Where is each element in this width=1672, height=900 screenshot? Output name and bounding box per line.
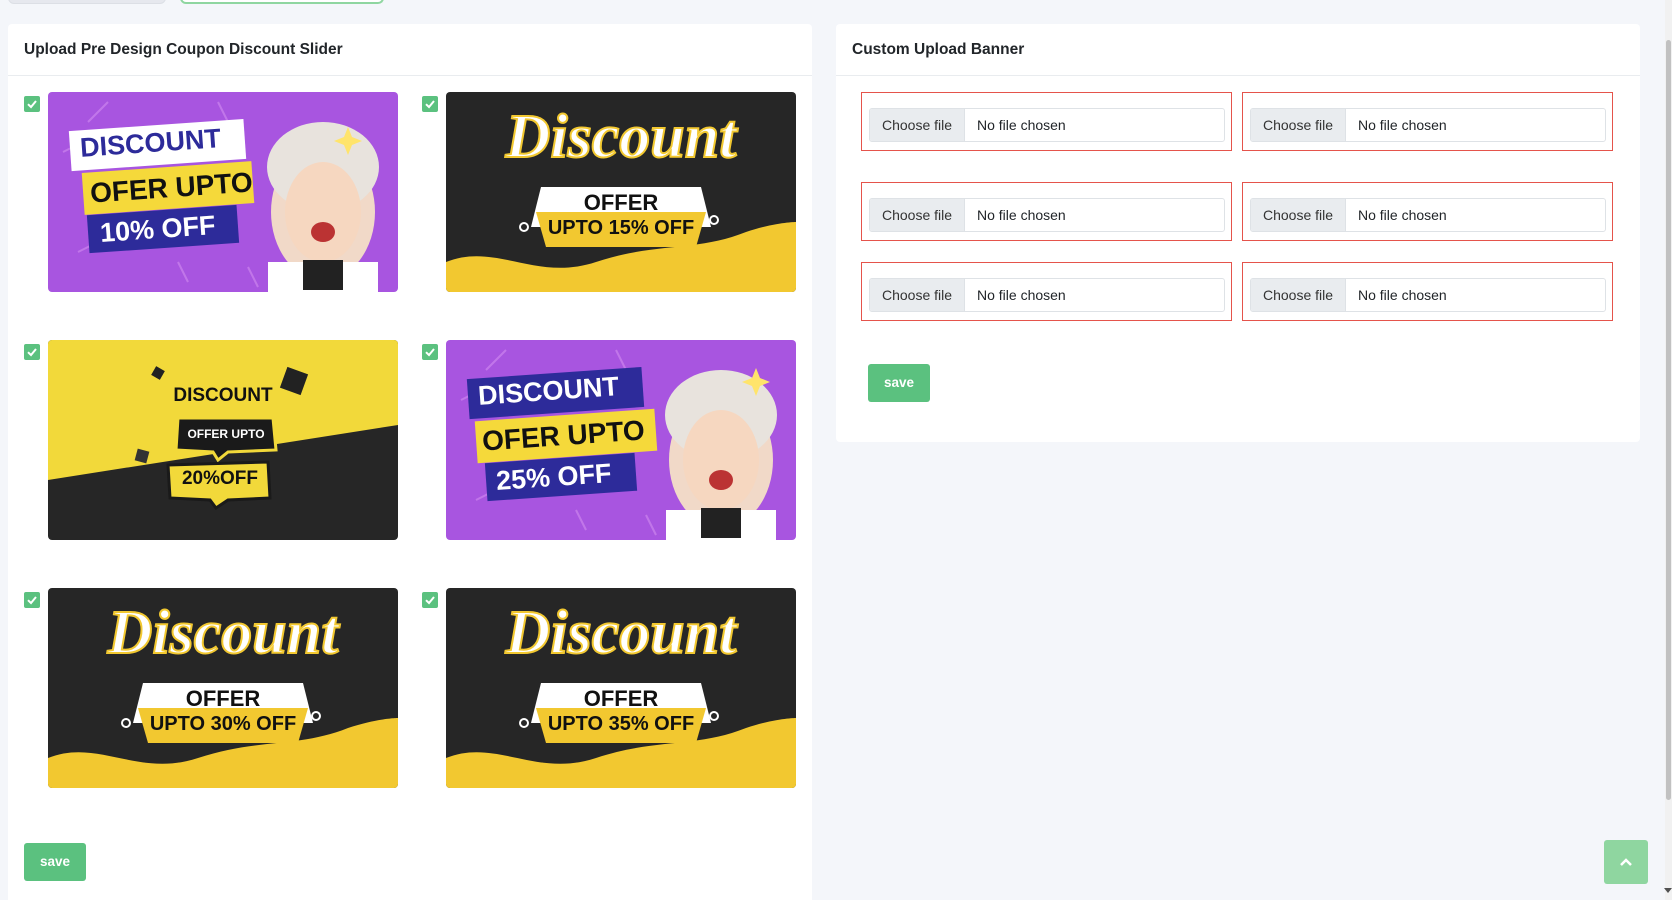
- file-status: No file chosen: [1358, 117, 1447, 133]
- banner-checkbox[interactable]: [422, 96, 438, 112]
- banner-line1: Discount: [505, 102, 738, 172]
- banner-checkbox[interactable]: [24, 592, 40, 608]
- scrollbar-thumb[interactable]: [1666, 40, 1671, 800]
- banner-option-4: DISCOUNT OFER UPTO 25% OFF: [422, 340, 820, 540]
- file-status: No file chosen: [1358, 287, 1447, 303]
- choose-file-button[interactable]: Choose file: [870, 279, 965, 311]
- custom-upload-title: Custom Upload Banner: [836, 24, 1640, 76]
- file-status: No file chosen: [977, 207, 1066, 223]
- banner-checkbox[interactable]: [24, 96, 40, 112]
- file-input[interactable]: Choose file No file chosen: [1250, 198, 1606, 232]
- banner-image[interactable]: DISCOUNT OFER UPTO 25% OFF: [446, 340, 796, 540]
- file-upload-slot-4: Choose file No file chosen: [1242, 182, 1613, 241]
- banner-line3: UPTO 15% OFF: [547, 217, 695, 239]
- scroll-down-arrow-icon[interactable]: [1664, 888, 1672, 893]
- file-upload-slot-2: Choose file No file chosen: [1242, 92, 1613, 151]
- banner-image[interactable]: DISCOUNT OFFER UPTO 20%OFF: [48, 340, 398, 540]
- save-button[interactable]: save: [24, 843, 86, 881]
- banner-line2: OFFER: [583, 686, 659, 711]
- banner-image[interactable]: Discount OFFER UPTO 30% OFF: [48, 588, 398, 788]
- choose-file-button[interactable]: Choose file: [1251, 109, 1346, 141]
- banner-line1: Discount: [505, 598, 738, 668]
- predesign-slider-card: Upload Pre Design Coupon Discount Slider: [8, 24, 812, 900]
- file-input[interactable]: Choose file No file chosen: [869, 278, 1225, 312]
- top-tab-1[interactable]: [8, 0, 166, 4]
- banner-option-6: Discount OFFER UPTO 35% OFF: [422, 588, 820, 788]
- check-icon: [27, 348, 37, 357]
- chevron-up-icon: [1620, 858, 1632, 866]
- file-upload-slot-3: Choose file No file chosen: [861, 182, 1232, 241]
- banner-checkbox[interactable]: [24, 344, 40, 360]
- file-upload-slot-6: Choose file No file chosen: [1242, 262, 1613, 321]
- banner-checkbox[interactable]: [422, 344, 438, 360]
- file-status: No file chosen: [977, 117, 1066, 133]
- choose-file-button[interactable]: Choose file: [1251, 279, 1346, 311]
- banner-image[interactable]: DISCOUNT OFER UPTO 10% OFF: [48, 92, 398, 292]
- top-tab-2[interactable]: [180, 0, 384, 4]
- check-icon: [27, 596, 37, 605]
- check-icon: [425, 348, 435, 357]
- file-input[interactable]: Choose file No file chosen: [869, 198, 1225, 232]
- banner-image[interactable]: Discount OFFER UPTO 35% OFF: [446, 588, 796, 788]
- file-upload-slot-1: Choose file No file chosen: [861, 92, 1232, 151]
- scroll-to-top-button[interactable]: [1604, 840, 1648, 884]
- banner-line1: Discount: [107, 598, 340, 668]
- banner-checkbox[interactable]: [422, 592, 438, 608]
- file-input[interactable]: Choose file No file chosen: [1250, 108, 1606, 142]
- banner-line3: 20%OFF: [181, 468, 259, 489]
- file-input[interactable]: Choose file No file chosen: [869, 108, 1225, 142]
- save-button[interactable]: save: [868, 364, 930, 402]
- file-input[interactable]: Choose file No file chosen: [1250, 278, 1606, 312]
- predesign-slider-title: Upload Pre Design Coupon Discount Slider: [8, 24, 812, 76]
- banner-line3: UPTO 30% OFF: [149, 713, 297, 735]
- banner-line2: OFFER: [583, 190, 659, 215]
- banner-line2: OFFER: [185, 686, 261, 711]
- check-icon: [27, 100, 37, 109]
- file-status: No file chosen: [977, 287, 1066, 303]
- banner-image[interactable]: Discount OFFER UPTO 15% OFF: [446, 92, 796, 292]
- file-status: No file chosen: [1358, 207, 1447, 223]
- choose-file-button[interactable]: Choose file: [1251, 199, 1346, 231]
- banner-option-5: Discount OFFER UPTO 30% OFF: [24, 588, 422, 788]
- check-icon: [425, 100, 435, 109]
- banner-line1: DISCOUNT: [173, 385, 273, 406]
- custom-upload-card: Custom Upload Banner Choose file No file…: [836, 24, 1640, 442]
- banner-option-2: Discount OFFER UPTO 15% OFF: [422, 92, 820, 292]
- choose-file-button[interactable]: Choose file: [870, 199, 965, 231]
- check-icon: [425, 596, 435, 605]
- banner-line2: OFFER UPTO: [187, 427, 265, 441]
- choose-file-button[interactable]: Choose file: [870, 109, 965, 141]
- banner-line3: UPTO 35% OFF: [547, 713, 695, 735]
- banner-option-3: DISCOUNT OFFER UPTO 20%OFF: [24, 340, 422, 540]
- banner-option-1: DISCOUNT OFER UPTO 10% OFF: [24, 92, 422, 292]
- file-upload-slot-5: Choose file No file chosen: [861, 262, 1232, 321]
